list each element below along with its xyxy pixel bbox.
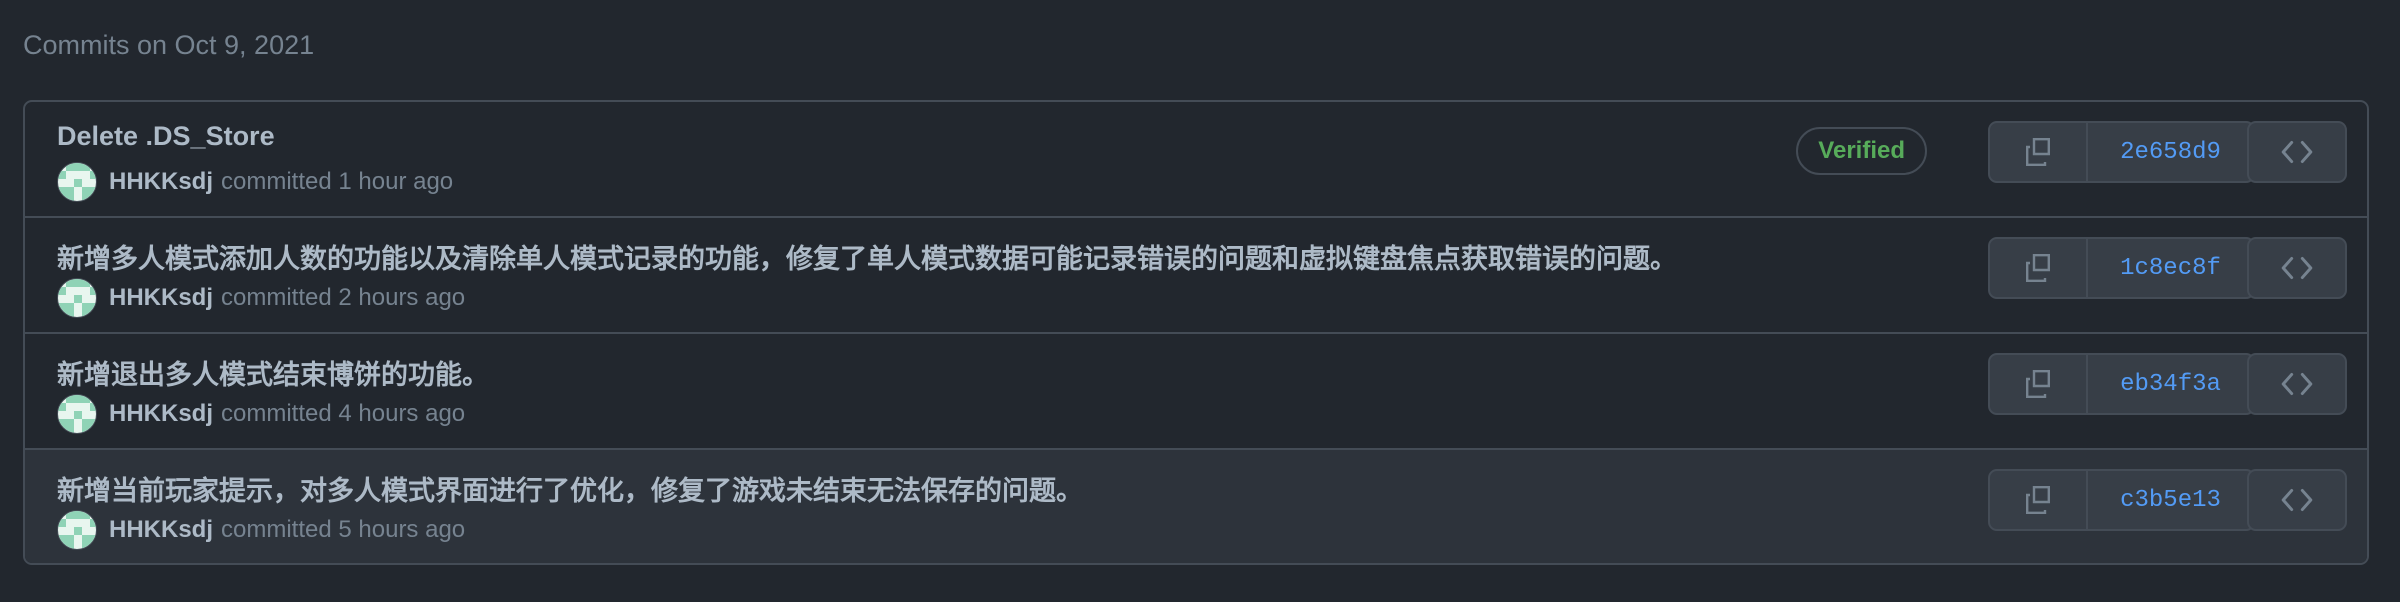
commit-row: 新增退出多人模式结束博饼的功能。 HHKKsdj committed 4 hou…: [25, 334, 2367, 450]
copy-icon: [2026, 254, 2050, 282]
commit-author[interactable]: HHKKsdj: [109, 516, 213, 544]
commit-author[interactable]: HHKKsdj: [109, 284, 213, 312]
commits-page: Commits on Oct 9, 2021 Delete .DS_Store …: [0, 0, 2400, 602]
copy-sha-button[interactable]: [1990, 471, 2088, 529]
commit-time: committed 1 hour ago: [221, 168, 454, 195]
copy-sha-button[interactable]: [1990, 355, 2088, 413]
commit-author[interactable]: HHKKsdj: [109, 400, 213, 428]
code-icon: [2281, 140, 2313, 164]
commit-time: committed 5 hours ago: [221, 516, 466, 543]
commit-row: Delete .DS_Store HHKKsdj committed 1 hou…: [25, 102, 2367, 218]
avatar[interactable]: [57, 278, 97, 318]
commit-sha-link[interactable]: c3b5e13: [2088, 471, 2253, 529]
browse-repo-button[interactable]: [2247, 121, 2347, 183]
commit-row: 新增当前玩家提示，对多人模式界面进行了优化，修复了游戏未结束无法保存的问题。 H…: [25, 450, 2367, 563]
commit-title[interactable]: Delete .DS_Store: [57, 121, 275, 152]
copy-sha-button[interactable]: [1990, 123, 2088, 181]
commit-meta: HHKKsdj committed 4 hours ago: [57, 394, 465, 434]
browse-repo-button[interactable]: [2247, 353, 2347, 415]
code-icon: [2281, 372, 2313, 396]
browse-repo-button[interactable]: [2247, 469, 2347, 531]
sha-button-group: 2e658d9: [1988, 121, 2255, 183]
commit-title[interactable]: 新增退出多人模式结束博饼的功能。: [57, 353, 489, 392]
commit-list: Delete .DS_Store HHKKsdj committed 1 hou…: [23, 100, 2369, 565]
avatar[interactable]: [57, 394, 97, 434]
code-icon: [2281, 488, 2313, 512]
copy-icon: [2026, 138, 2050, 166]
commits-date-heading: Commits on Oct 9, 2021: [23, 30, 315, 60]
commit-time: committed 4 hours ago: [221, 400, 466, 427]
sha-button-group: c3b5e13: [1988, 469, 2255, 531]
verified-badge[interactable]: Verified: [1796, 127, 1927, 175]
avatar[interactable]: [57, 510, 97, 550]
code-icon: [2281, 256, 2313, 280]
commit-meta: HHKKsdj committed 5 hours ago: [57, 510, 465, 550]
commit-sha-link[interactable]: 1c8ec8f: [2088, 239, 2253, 297]
commit-sha-link[interactable]: eb34f3a: [2088, 355, 2253, 413]
copy-icon: [2026, 486, 2050, 514]
copy-icon: [2026, 370, 2050, 398]
commit-title[interactable]: 新增多人模式添加人数的功能以及清除单人模式记录的功能，修复了单人模式数据可能记录…: [57, 237, 1677, 276]
commit-row: 新增多人模式添加人数的功能以及清除单人模式记录的功能，修复了单人模式数据可能记录…: [25, 218, 2367, 334]
sha-button-group: 1c8ec8f: [1988, 237, 2255, 299]
browse-repo-button[interactable]: [2247, 237, 2347, 299]
sha-button-group: eb34f3a: [1988, 353, 2255, 415]
commit-meta: HHKKsdj committed 1 hour ago: [57, 162, 453, 202]
commit-author[interactable]: HHKKsdj: [109, 168, 213, 196]
copy-sha-button[interactable]: [1990, 239, 2088, 297]
commit-time: committed 2 hours ago: [221, 284, 466, 311]
commit-meta: HHKKsdj committed 2 hours ago: [57, 278, 465, 318]
commit-title[interactable]: 新增当前玩家提示，对多人模式界面进行了优化，修复了游戏未结束无法保存的问题。: [57, 469, 1083, 508]
commit-sha-link[interactable]: 2e658d9: [2088, 123, 2253, 181]
avatar[interactable]: [57, 162, 97, 202]
